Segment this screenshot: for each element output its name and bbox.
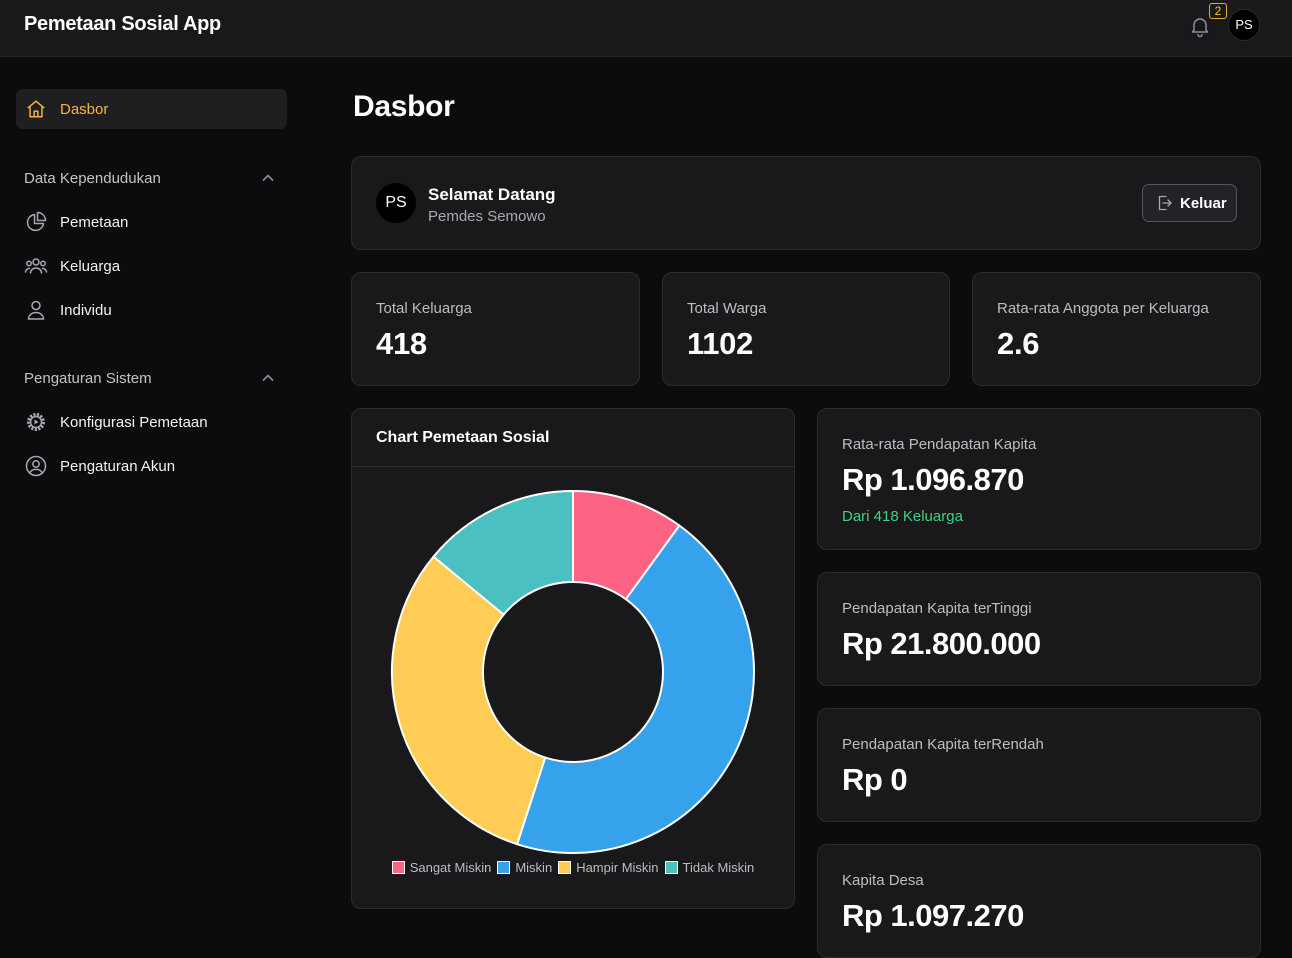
sidebar-item-label: Konfigurasi Pemetaan (60, 414, 208, 431)
section-title: Data Kependudukan (24, 170, 161, 187)
chart-title: Chart Pemetaan Sosial (376, 429, 550, 446)
top-bar: Pemetaan Sosial App 2 PS (0, 0, 1292, 57)
chart-card: Chart Pemetaan Sosial Sangat Miskin Miski… (351, 408, 795, 909)
legend-label: Tidak Miskin (682, 860, 755, 875)
logout-icon (1158, 195, 1172, 211)
welcome-title: Selamat Datang (428, 185, 556, 204)
logout-label: Keluar (1180, 195, 1227, 212)
legend-swatch (558, 861, 572, 874)
stat-card-pendapatan-terendah: Pendapatan Kapita terRendah Rp 0 (817, 708, 1261, 822)
legend-item[interactable]: Sangat Miskin (391, 860, 492, 875)
stat-card-rata-rata-anggota: Rata-rata Anggota per Keluarga 2.6 (972, 272, 1261, 386)
notification-badge: 2 (1209, 3, 1227, 19)
chart-legend: Sangat Miskin Miskin Hampir Miskin Tidak Mi… (352, 860, 794, 878)
legend-item[interactable]: Tidak Miskin (664, 860, 755, 875)
sidebar-item-label: Individu (60, 302, 112, 319)
logout-button[interactable]: Keluar (1142, 184, 1237, 222)
stat-value: Rp 1.096.870 (842, 462, 1024, 497)
stat-note: Dari 418 Keluarga (842, 508, 963, 525)
sidebar-item-label: Dasbor (60, 101, 109, 118)
users-icon (24, 258, 48, 274)
stat-card-total-warga: Total Warga 1102 (662, 272, 950, 386)
sidebar-item-pengaturan-akun[interactable]: Pengaturan Akun (16, 448, 287, 484)
legend-item[interactable]: Hampir Miskin (558, 860, 659, 875)
legend-item[interactable]: Miskin (497, 860, 552, 875)
sidebar-item-label: Pengaturan Akun (60, 458, 176, 475)
stat-card-pendapatan-tertinggi: Pendapatan Kapita terTinggi Rp 21.800.00… (817, 572, 1261, 686)
stat-label: Pendapatan Kapita terTinggi (842, 600, 1032, 617)
stat-card-total-keluarga: Total Keluarga 418 (351, 272, 640, 386)
donut-slice-hampir-miskin[interactable] (391, 555, 547, 846)
user-avatar[interactable]: PS (1228, 9, 1260, 41)
legend-swatch (391, 861, 405, 874)
stat-label: Rata-rata Pendapatan Kapita (842, 436, 1037, 453)
welcome-card: PS Selamat Datang Pemdes Semowo Keluar (351, 156, 1261, 250)
page-title: Dasbor (353, 90, 455, 123)
sidebar-item-konfigurasi-pemetaan[interactable]: Konfigurasi Pemetaan (16, 404, 287, 440)
sidebar-item-keluarga[interactable]: Keluarga (16, 248, 287, 284)
sidebar: Dasbor Data Kependudukan Pemetaan Keluar… (0, 58, 304, 923)
chevron-up-icon (262, 174, 274, 181)
stat-value: Rp 21.800.000 (842, 626, 1041, 661)
gear-icon (27, 413, 45, 431)
stat-label: Total Keluarga (376, 300, 472, 317)
sidebar-item-individu[interactable]: Individu (16, 292, 287, 328)
donut-chart (391, 489, 755, 854)
section-title: Pengaturan Sistem (24, 370, 152, 387)
bell-icon[interactable] (1188, 14, 1212, 38)
stat-label: Total Warga (687, 300, 767, 317)
sidebar-item-dasbor[interactable]: Dasbor (16, 89, 287, 129)
stat-card-kapita-desa: Kapita Desa Rp 1.097.270 (817, 844, 1261, 958)
stat-value: 2.6 (997, 326, 1040, 361)
stat-label: Kapita Desa (842, 872, 924, 889)
sidebar-item-label: Keluarga (60, 258, 121, 275)
chevron-up-icon (262, 374, 274, 381)
legend-label: Hampir Miskin (576, 860, 659, 875)
user-icon (27, 300, 45, 320)
welcome-subtitle: Pemdes Semowo (428, 208, 546, 225)
avatar: PS (376, 183, 416, 223)
stat-value: Rp 0 (842, 762, 908, 797)
stat-label: Rata-rata Anggota per Keluarga (997, 300, 1209, 317)
stat-value: 1102 (687, 326, 754, 361)
legend-swatch (664, 861, 678, 874)
sidebar-item-label: Pemetaan (60, 214, 129, 231)
app-title: Pemetaan Sosial App (24, 13, 221, 35)
sidebar-item-pemetaan[interactable]: Pemetaan (16, 204, 287, 240)
legend-label: Sangat Miskin (409, 860, 492, 875)
legend-swatch (497, 861, 511, 874)
section-pengaturan-sistem[interactable]: Pengaturan Sistem (24, 366, 280, 390)
stat-label: Pendapatan Kapita terRendah (842, 736, 1044, 753)
home-icon (27, 100, 45, 118)
stat-value: 418 (376, 326, 427, 361)
legend-label: Miskin (515, 860, 553, 875)
stat-card-rata-rata-pendapatan: Rata-rata Pendapatan Kapita Rp 1.096.870… (817, 408, 1261, 550)
pie-chart-icon (26, 211, 47, 232)
stat-value: Rp 1.097.270 (842, 898, 1024, 933)
section-data-kependudukan[interactable]: Data Kependudukan (24, 166, 280, 190)
user-circle-icon (25, 455, 47, 477)
